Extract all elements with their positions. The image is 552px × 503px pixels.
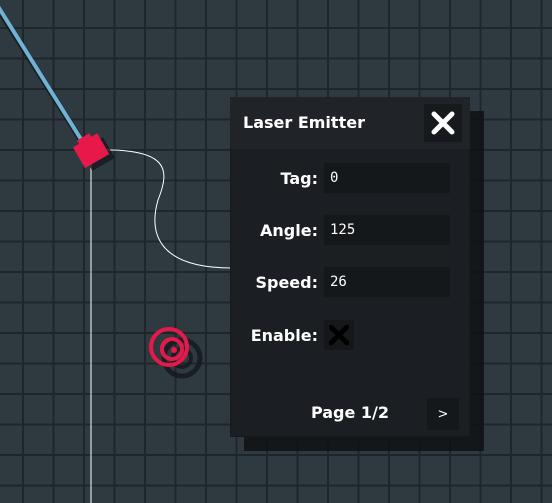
enable-label: Enable:	[250, 326, 318, 345]
speed-label: Speed:	[255, 273, 318, 292]
panel-title: Laser Emitter	[243, 113, 365, 132]
x-mark-icon	[329, 325, 349, 345]
speed-field[interactable]: 26	[324, 267, 450, 297]
angle-label: Angle:	[260, 221, 318, 240]
next-page-button[interactable]: >	[427, 398, 459, 430]
tag-field[interactable]: 0	[324, 163, 450, 193]
laser-emitter-panel: Laser Emitter Tag: 0 Angle: 125 Speed: 2…	[230, 97, 470, 437]
enable-checkbox[interactable]	[324, 320, 354, 350]
tag-label: Tag:	[280, 169, 319, 188]
panel-header: Laser Emitter	[230, 97, 470, 149]
laser-beam	[0, 5, 89, 150]
page-indicator: Page 1/2	[310, 403, 390, 422]
connection-wire	[95, 149, 233, 269]
close-x-icon	[431, 111, 455, 135]
close-button[interactable]	[424, 104, 462, 142]
angle-field[interactable]: 125	[324, 215, 450, 245]
